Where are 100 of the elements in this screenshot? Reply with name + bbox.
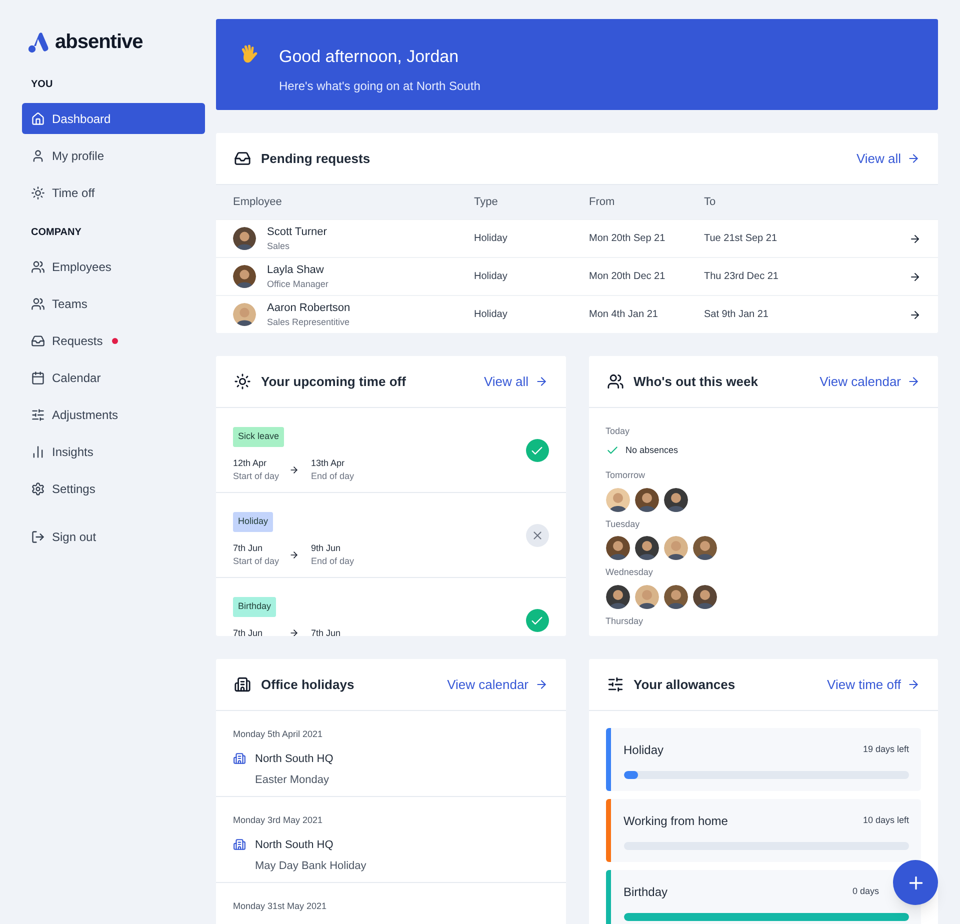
nav-item[interactable]: Employees bbox=[22, 251, 205, 282]
column-header: To bbox=[704, 194, 717, 210]
header-icon bbox=[234, 676, 251, 693]
section-label: YOU bbox=[30, 78, 54, 92]
card-title: Office holidays bbox=[261, 676, 356, 694]
section-label: COMPANY bbox=[30, 226, 82, 240]
request-row[interactable]: Layla Shaw Office Manager Holiday Mon 20th Dec 21 Thu 23rd Dec 21 bbox=[216, 257, 938, 295]
allowance-name: Birthday bbox=[624, 884, 668, 901]
card-link[interactable]: View time off bbox=[827, 674, 920, 694]
sliders-icon bbox=[31, 408, 45, 422]
settings-icon bbox=[31, 482, 45, 496]
card-title: Your upcoming time off bbox=[261, 372, 407, 391]
leave-tag: Holiday bbox=[233, 512, 274, 532]
employee-role: Sales Representitive bbox=[267, 316, 350, 329]
nav-item[interactable]: My profile bbox=[22, 140, 205, 171]
arrow-right-icon[interactable] bbox=[909, 308, 921, 320]
arrow-right-icon bbox=[534, 375, 548, 388]
header-icon bbox=[234, 150, 251, 167]
start-note: Start of day bbox=[233, 555, 280, 568]
end-note: End of day bbox=[311, 470, 354, 483]
table-cell-text: Mon 20th Sep 21 bbox=[589, 232, 666, 246]
column-header: Employee bbox=[233, 194, 283, 210]
arrow-right-icon bbox=[534, 678, 548, 691]
holiday-date: Monday 31st May 2021 bbox=[233, 900, 328, 913]
users-icon bbox=[31, 296, 45, 310]
day-label: Wednesday bbox=[606, 566, 654, 579]
table-cell-text: Holiday bbox=[474, 270, 508, 284]
arrow-right-icon bbox=[289, 550, 299, 560]
logo-icon bbox=[28, 32, 49, 52]
nav-item[interactable]: Requests bbox=[22, 325, 205, 356]
table-cell-text: Mon 4th Jan 21 bbox=[589, 308, 659, 322]
days-left: 0 days bbox=[852, 885, 879, 898]
employee-role: Sales bbox=[267, 240, 291, 253]
arrow-right-icon bbox=[907, 678, 920, 691]
day-label: Tomorrow bbox=[606, 469, 646, 482]
employee-name: Scott Turner bbox=[267, 224, 327, 240]
holiday-name: May Day Bank Holiday bbox=[255, 859, 368, 874]
employee-role: Office Manager bbox=[267, 278, 328, 291]
table-cell-text: Tue 21st Sep 21 bbox=[704, 232, 778, 246]
arrow-right-icon bbox=[289, 465, 299, 475]
card-title: Your allowances bbox=[634, 676, 736, 694]
end-date: 13th Apr bbox=[311, 456, 346, 470]
table-cell-text: Mon 20th Dec 21 bbox=[589, 270, 666, 284]
table-cell-text: Holiday bbox=[474, 232, 508, 246]
greeting-title: Good afternoon, Jordan bbox=[279, 46, 460, 68]
table-cell-text: Thu 23rd Dec 21 bbox=[704, 270, 780, 284]
card-link[interactable]: View calendar bbox=[447, 674, 548, 694]
request-row[interactable]: Aaron Robertson Sales Representitive Holiday Mon 4th Jan 21 Sat 9th Jan 21 bbox=[216, 295, 938, 333]
allowance-name: Working from home bbox=[624, 813, 728, 830]
users-icon bbox=[31, 260, 45, 274]
building-icon bbox=[233, 752, 246, 766]
holiday-date: Monday 5th April 2021 bbox=[233, 728, 324, 741]
nav-item[interactable]: Calendar bbox=[22, 362, 205, 393]
header-icon bbox=[606, 676, 624, 693]
bar-chart-icon bbox=[31, 444, 45, 458]
leave-tag: Birthday bbox=[233, 597, 276, 616]
leave-tag: Sick leave bbox=[233, 427, 284, 446]
sign-out-icon bbox=[31, 530, 45, 544]
card-link[interactable]: View all bbox=[856, 148, 920, 168]
end-date: 9th Jun bbox=[311, 542, 342, 554]
sign-out-link[interactable]: Sign out bbox=[22, 521, 205, 552]
no-absences-text: No absences bbox=[626, 444, 678, 456]
arrow-right-icon bbox=[289, 628, 299, 636]
allowance-name: Holiday bbox=[624, 742, 664, 759]
end-date: 7th Jun bbox=[311, 626, 341, 636]
request-row[interactable]: Scott Turner Sales Holiday Mon 20th Sep 21 Tue 21st Sep 21 bbox=[216, 219, 938, 257]
holiday-date: Monday 3rd May 2021 bbox=[233, 814, 324, 827]
header-icon bbox=[606, 373, 624, 390]
header-icon bbox=[234, 373, 251, 390]
table-cell-text: Sat 9th Jan 21 bbox=[704, 308, 770, 322]
column-header: Type bbox=[474, 194, 499, 210]
calendar-icon bbox=[31, 370, 45, 384]
arrow-right-icon[interactable] bbox=[909, 270, 921, 282]
inbox-icon bbox=[31, 334, 45, 348]
card-link[interactable]: View all bbox=[484, 372, 548, 392]
arrow-right-icon[interactable] bbox=[909, 232, 921, 244]
building-icon bbox=[233, 838, 246, 852]
home-icon bbox=[31, 112, 45, 126]
nav-item[interactable]: Insights bbox=[22, 436, 205, 467]
office-name: North South HQ bbox=[255, 752, 334, 766]
card-title: Pending requests bbox=[261, 150, 372, 168]
table-cell-text: Holiday bbox=[474, 308, 508, 322]
brand-name: absentive bbox=[55, 30, 143, 55]
nav-item[interactable]: Adjustments bbox=[22, 399, 205, 430]
office-name: North South HQ bbox=[255, 838, 334, 852]
column-header: From bbox=[589, 194, 616, 210]
days-left: 10 days left bbox=[862, 814, 909, 828]
user-icon bbox=[31, 148, 45, 162]
day-label: Tuesday bbox=[606, 518, 641, 531]
arrow-right-icon bbox=[907, 152, 920, 165]
card-title: Who's out this week bbox=[634, 372, 759, 391]
start-date: 12th Apr bbox=[233, 456, 268, 470]
nav-item[interactable]: Time off bbox=[22, 177, 205, 208]
nav-item[interactable]: Teams bbox=[22, 288, 205, 319]
employee-name: Layla Shaw bbox=[267, 262, 325, 278]
nav-item[interactable]: Settings bbox=[22, 473, 205, 504]
nav-item[interactable]: Dashboard bbox=[22, 103, 205, 134]
card-link[interactable]: View calendar bbox=[820, 372, 920, 392]
employee-name: Aaron Robertson bbox=[267, 300, 350, 316]
day-label: Thursday bbox=[606, 614, 644, 628]
